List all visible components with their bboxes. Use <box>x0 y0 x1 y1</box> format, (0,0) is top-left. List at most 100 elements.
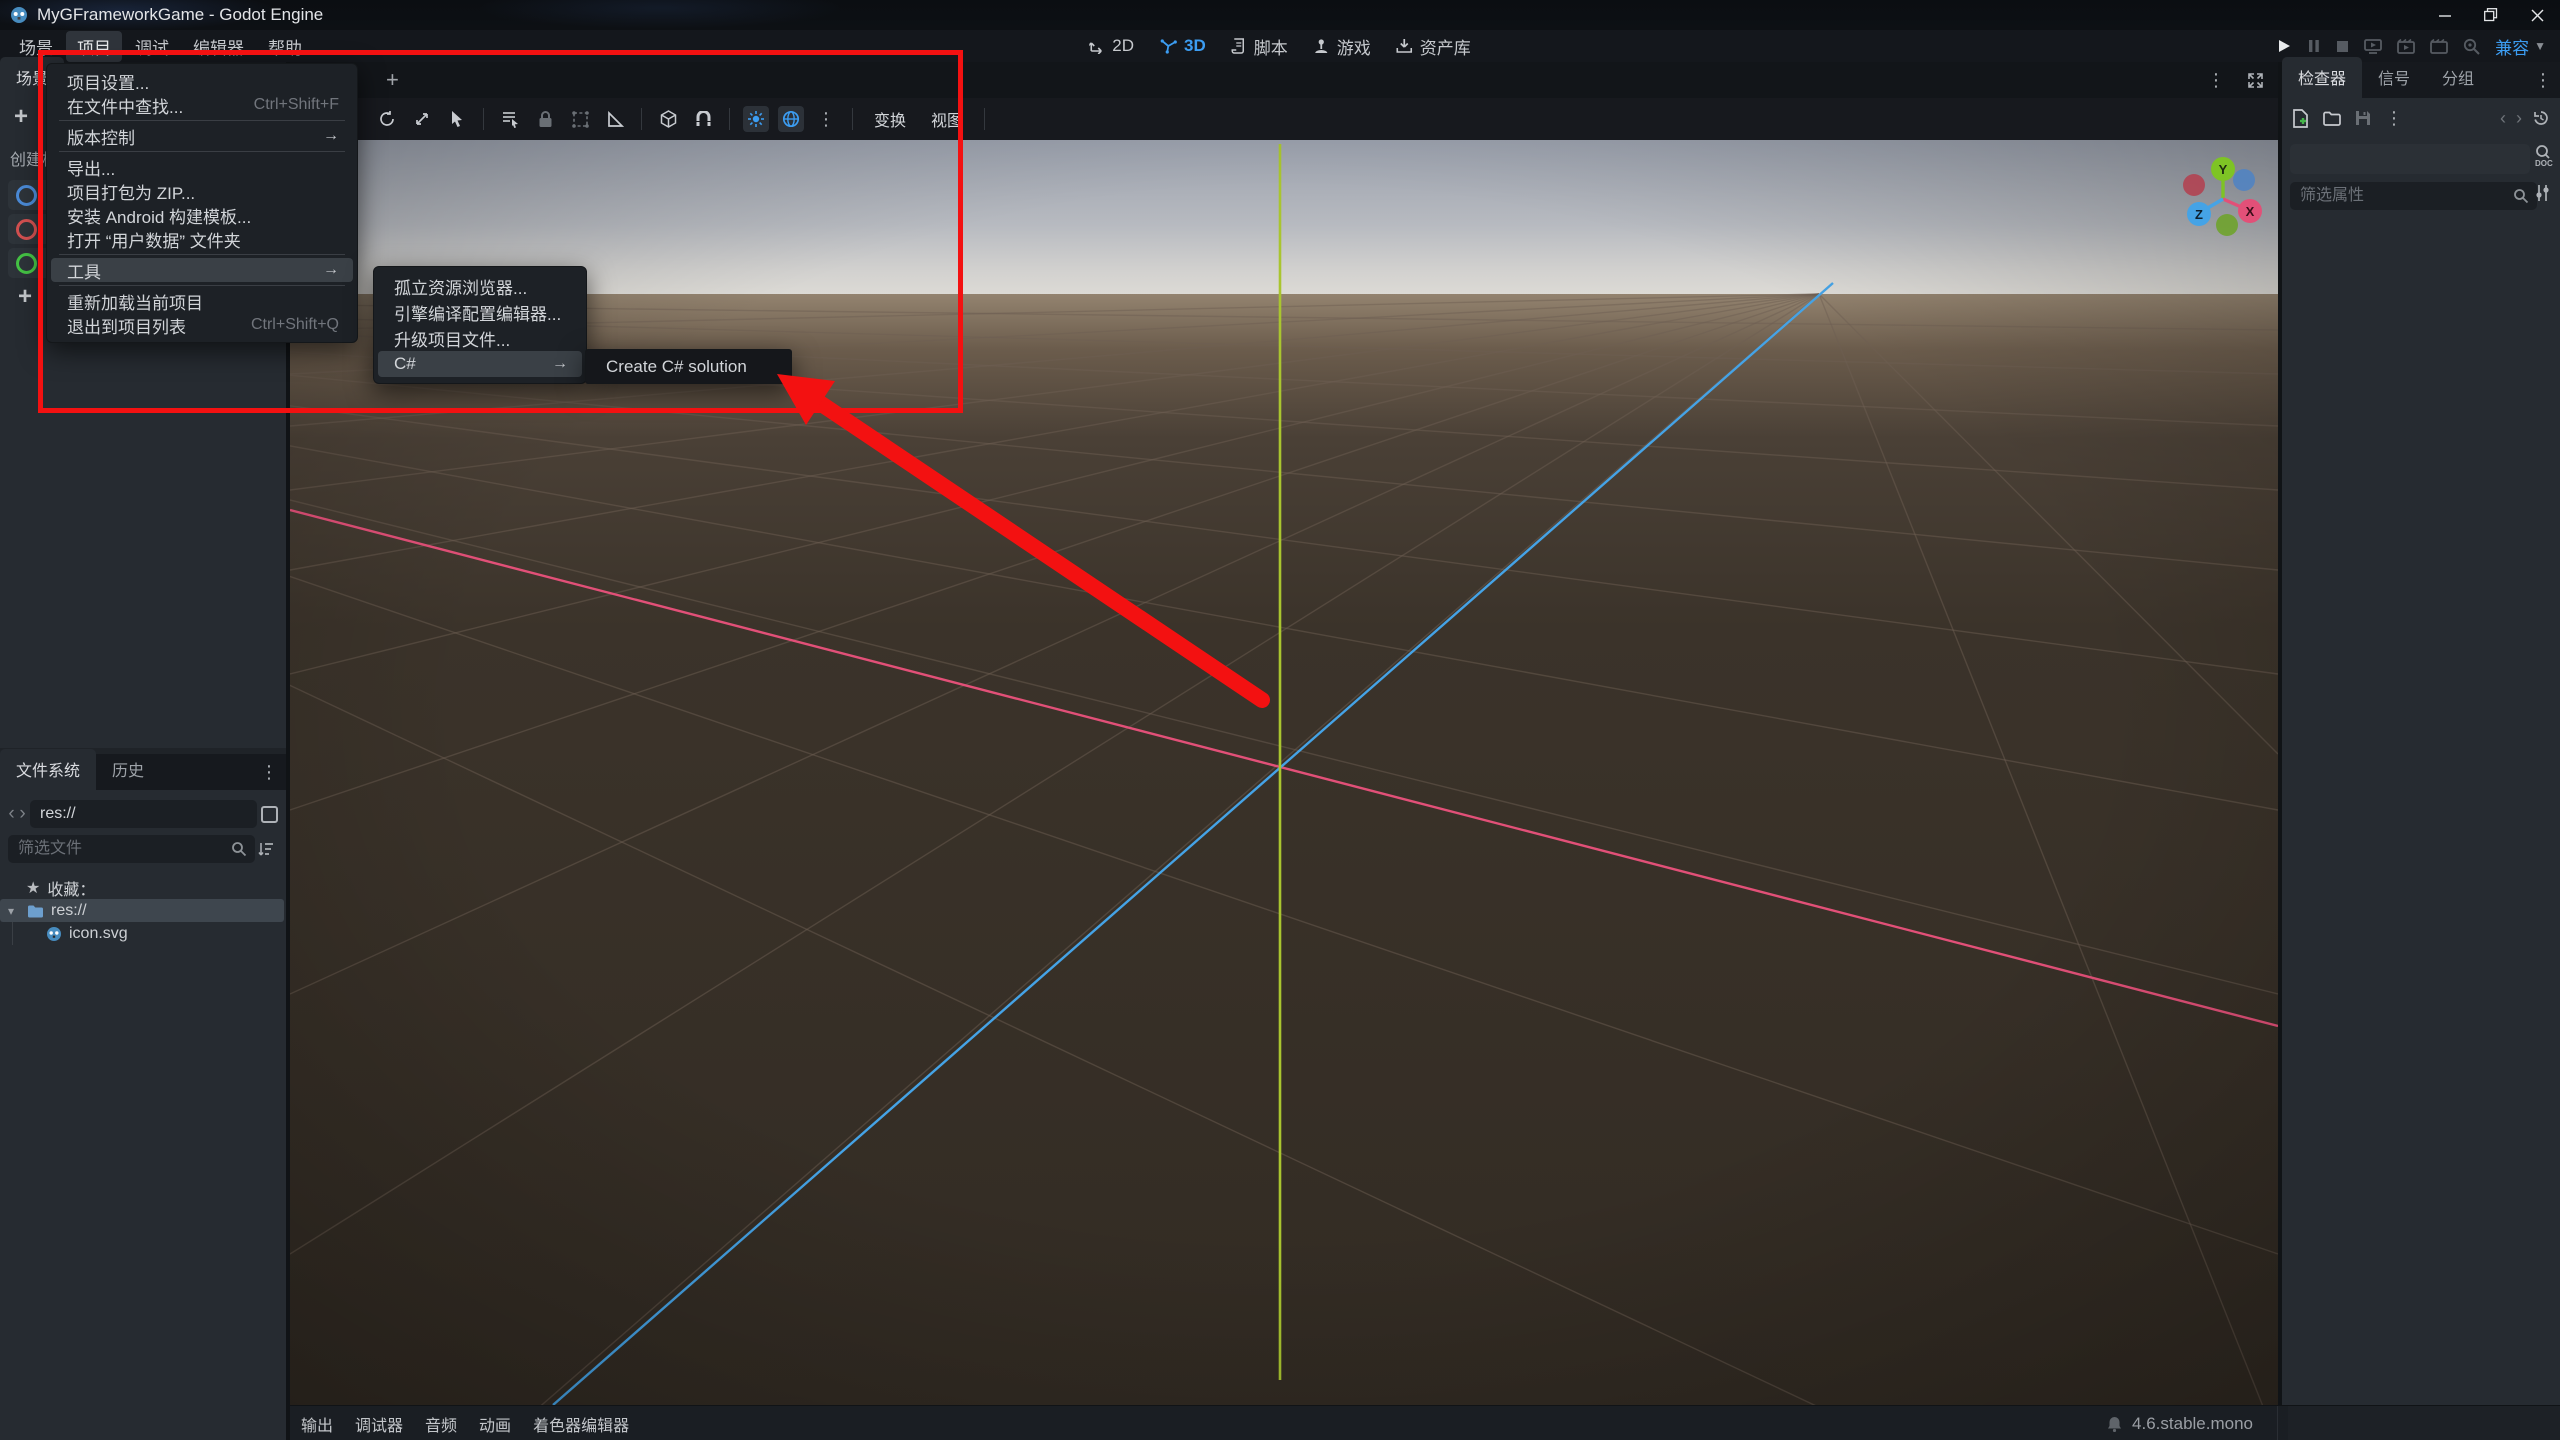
tab-signals[interactable]: 信号 <box>2362 57 2426 98</box>
submenu-arrow-icon: → <box>552 355 568 372</box>
menu-item[interactable]: 安装 Android 构建模板... <box>51 203 353 227</box>
expand-viewport-icon[interactable] <box>2247 70 2264 91</box>
gizmo-neg-z-ball[interactable] <box>2233 169 2255 191</box>
submenu-arrow-icon: → <box>323 127 339 144</box>
pause-button[interactable] <box>2307 39 2321 53</box>
chevron-expanded-icon[interactable]: ▾ <box>8 904 20 918</box>
sun-env-settings-kebab-icon[interactable]: ⋮ <box>813 106 839 132</box>
kebab-menu-icon[interactable]: ⋮ <box>260 762 278 783</box>
gizmo-neg-y-ball[interactable] <box>2216 214 2238 236</box>
menu-item[interactable]: 引擎编译配置编辑器... <box>378 299 582 325</box>
selection-list-icon[interactable] <box>497 106 523 132</box>
tab-filesystem[interactable]: 文件系统 <box>0 749 97 790</box>
view-menu[interactable]: 视图 <box>923 107 971 131</box>
lock-icon[interactable] <box>532 106 558 132</box>
tab-animation[interactable]: 动画 <box>468 1412 522 1436</box>
assetlib-icon <box>1396 38 1413 54</box>
rotate-tool-icon[interactable] <box>374 106 400 132</box>
split-view-icon[interactable] <box>261 805 278 823</box>
tree-row-iconsvg[interactable]: icon.svg <box>0 922 286 945</box>
ruler-icon[interactable] <box>602 106 628 132</box>
snap-magnet-icon[interactable] <box>690 106 716 132</box>
play-scene-button[interactable] <box>2364 38 2383 54</box>
movie-maker-button[interactable] <box>2430 38 2449 54</box>
history-forward-icon[interactable]: › <box>2516 108 2522 129</box>
menu-help[interactable]: 帮助 <box>257 31 313 62</box>
menu-item-label: 孤立资源浏览器... <box>394 278 528 298</box>
menu-item-label: C# <box>394 354 416 373</box>
load-resource-folder-icon[interactable] <box>2323 111 2341 126</box>
select-tool-icon[interactable] <box>444 106 470 132</box>
add-node-icon[interactable]: + <box>6 103 36 131</box>
version-label[interactable]: 4.6.stable.mono <box>2132 1414 2253 1434</box>
scene-tabs-kebab-icon[interactable]: ⋮ <box>2207 70 2225 91</box>
viewport-3d-render[interactable]: Y X Z <box>290 140 2278 1405</box>
menu-item[interactable]: 导出... <box>51 155 353 179</box>
tab-debugger[interactable]: 调试器 <box>344 1412 414 1436</box>
menu-separator <box>59 151 345 152</box>
save-icon[interactable] <box>2355 110 2371 126</box>
new-resource-icon[interactable] <box>2292 108 2309 128</box>
local-space-icon[interactable] <box>655 106 681 132</box>
close-button[interactable] <box>2514 0 2560 30</box>
menu-item[interactable]: 工具 → <box>51 258 353 282</box>
filter-files-input[interactable] <box>8 835 255 863</box>
back-icon[interactable]: ‹ <box>8 803 15 825</box>
tab-groups[interactable]: 分组 <box>2426 57 2490 98</box>
menu-item[interactable]: 退出到项目列表 Ctrl+Shift+Q <box>51 313 353 337</box>
preview-environment-toggle[interactable] <box>778 106 804 132</box>
tab-shader-editor[interactable]: 着色器编辑器 <box>522 1412 640 1436</box>
menu-item[interactable]: 重新加载当前项目 <box>51 289 353 313</box>
sort-icon[interactable] <box>253 842 278 857</box>
tab-script[interactable]: 脚本 <box>1231 34 1288 59</box>
resource-kebab-icon[interactable]: ⋮ <box>2385 108 2403 129</box>
path-input[interactable] <box>30 800 257 828</box>
gizmo-neg-x-ball[interactable] <box>2183 174 2205 196</box>
menu-item[interactable]: 在文件中查找... Ctrl+Shift+F <box>51 93 353 117</box>
menu-item[interactable]: 项目设置... <box>51 69 353 93</box>
renderer-dropdown[interactable]: 兼容 ▼ <box>2495 34 2546 59</box>
kebab-menu-icon[interactable]: ⋮ <box>2534 70 2552 91</box>
play-custom-scene-button[interactable] <box>2397 38 2416 54</box>
play-button[interactable] <box>2276 38 2292 54</box>
menu-item[interactable]: C# → <box>378 351 582 377</box>
menu-debug[interactable]: 调试 <box>124 31 180 62</box>
forward-icon[interactable]: › <box>19 803 26 825</box>
filter-properties-input[interactable] <box>2290 182 2537 210</box>
tab-game[interactable]: 游戏 <box>1314 34 1371 59</box>
tab-assetlib[interactable]: 资产库 <box>1396 34 1471 59</box>
menu-item-label: Create C# solution <box>606 356 747 376</box>
extra-settings-sliders-icon[interactable] <box>2534 184 2552 202</box>
menu-item[interactable]: 打开 “用户数据” 文件夹 <box>51 227 353 251</box>
tab-output[interactable]: 输出 <box>290 1412 344 1436</box>
menu-editor[interactable]: 编辑器 <box>182 31 255 62</box>
search-help-doc-icon[interactable]: DOC <box>2532 144 2554 168</box>
history-icon[interactable] <box>2532 109 2550 127</box>
restore-button[interactable] <box>2468 0 2514 30</box>
menu-item[interactable]: 项目打包为 ZIP... <box>51 179 353 203</box>
menu-item[interactable]: 升级项目文件... <box>378 325 582 351</box>
menu-item[interactable]: 孤立资源浏览器... <box>378 273 582 299</box>
menu-item[interactable]: 版本控制 → <box>51 124 353 148</box>
filesystem-body: ‹ › ★ 收藏： ▾ <box>0 790 286 1440</box>
transform-menu[interactable]: 变换 <box>866 107 914 131</box>
tree-row-res[interactable]: ▾ res:// <box>0 899 284 922</box>
menu-item[interactable]: Create C# solution <box>590 350 787 383</box>
new-scene-tab-icon[interactable]: + <box>386 67 399 93</box>
tab-2d[interactable]: 2D <box>1089 36 1134 56</box>
scale-tool-icon[interactable] <box>409 106 435 132</box>
menu-project[interactable]: 项目 <box>66 30 122 62</box>
tab-3d[interactable]: 3D <box>1160 36 1206 56</box>
history-back-icon[interactable]: ‹ <box>2500 108 2506 129</box>
tab-history[interactable]: 历史 <box>96 749 160 790</box>
node-name-field[interactable] <box>2290 144 2530 174</box>
group-icon[interactable] <box>567 106 593 132</box>
minimize-button[interactable] <box>2422 0 2468 30</box>
preview-sun-toggle[interactable] <box>743 106 769 132</box>
stop-button[interactable] <box>2336 40 2349 53</box>
menu-item-label: 重新加载当前项目 <box>67 293 203 313</box>
notification-bell-icon[interactable] <box>2107 1416 2122 1432</box>
tab-inspector[interactable]: 检查器 <box>2282 57 2363 98</box>
tab-audio[interactable]: 音频 <box>414 1412 468 1436</box>
profiler-icon[interactable] <box>2463 38 2480 55</box>
